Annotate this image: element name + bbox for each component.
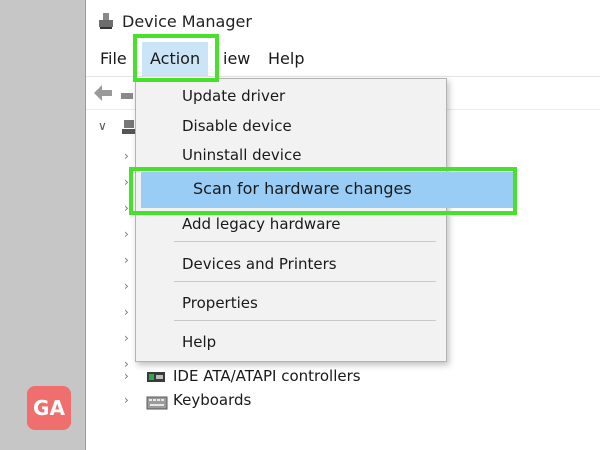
menu-item-update-driver[interactable]: Update driver	[182, 85, 285, 107]
menu-item-devices-and-printers[interactable]: Devices and Printers	[182, 253, 337, 275]
menu-separator	[174, 241, 436, 242]
tree-item-label: IDE ATA/ATAPI controllers	[173, 367, 361, 385]
tree-item-label: Keyboards	[173, 391, 252, 409]
expand-chevron-icon[interactable]: ›	[124, 326, 134, 350]
expand-chevron-icon[interactable]: ›	[124, 222, 134, 246]
tree-item-keyboards[interactable]: › Keyboards	[124, 388, 524, 412]
menu-item-add-legacy-hardware[interactable]: Add legacy hardware	[182, 213, 340, 235]
keyboard-icon	[146, 393, 168, 417]
menu-help[interactable]: Help	[268, 42, 304, 76]
menu-file[interactable]: File	[100, 42, 127, 76]
menu-item-properties[interactable]: Properties	[182, 292, 258, 314]
menu-item-uninstall-device[interactable]: Uninstall device	[182, 144, 301, 166]
action-highlight-box	[133, 34, 219, 82]
expand-chevron-icon[interactable]: ›	[124, 300, 134, 324]
menu-separator	[174, 281, 436, 282]
expand-chevron-icon[interactable]: ›	[124, 274, 134, 298]
tree-item-ide[interactable]: › IDE ATA/ATAPI controllers	[124, 364, 524, 388]
menu-view[interactable]: iew	[223, 42, 250, 76]
expand-root-chevron-icon[interactable]: ∨	[98, 119, 107, 133]
back-arrow-icon[interactable]	[92, 83, 114, 107]
action-dropdown-menu: Update driver Disable device Uninstall d…	[135, 78, 516, 362]
ga-logo: GA	[27, 386, 71, 430]
device-manager-app-icon	[97, 11, 115, 33]
toolbar-device-icon[interactable]	[120, 87, 134, 106]
expand-chevron-icon[interactable]: ›	[124, 248, 134, 272]
expand-chevron-icon[interactable]: ›	[124, 388, 129, 412]
menu-separator	[174, 320, 436, 321]
window-title: Device Manager	[122, 12, 252, 31]
expand-chevron-icon[interactable]: ›	[124, 364, 129, 388]
scan-highlight-box	[129, 167, 517, 215]
menu-item-disable-device[interactable]: Disable device	[182, 115, 292, 137]
expand-chevron-icon[interactable]: ›	[124, 144, 134, 168]
menu-item-help[interactable]: Help	[182, 331, 216, 353]
